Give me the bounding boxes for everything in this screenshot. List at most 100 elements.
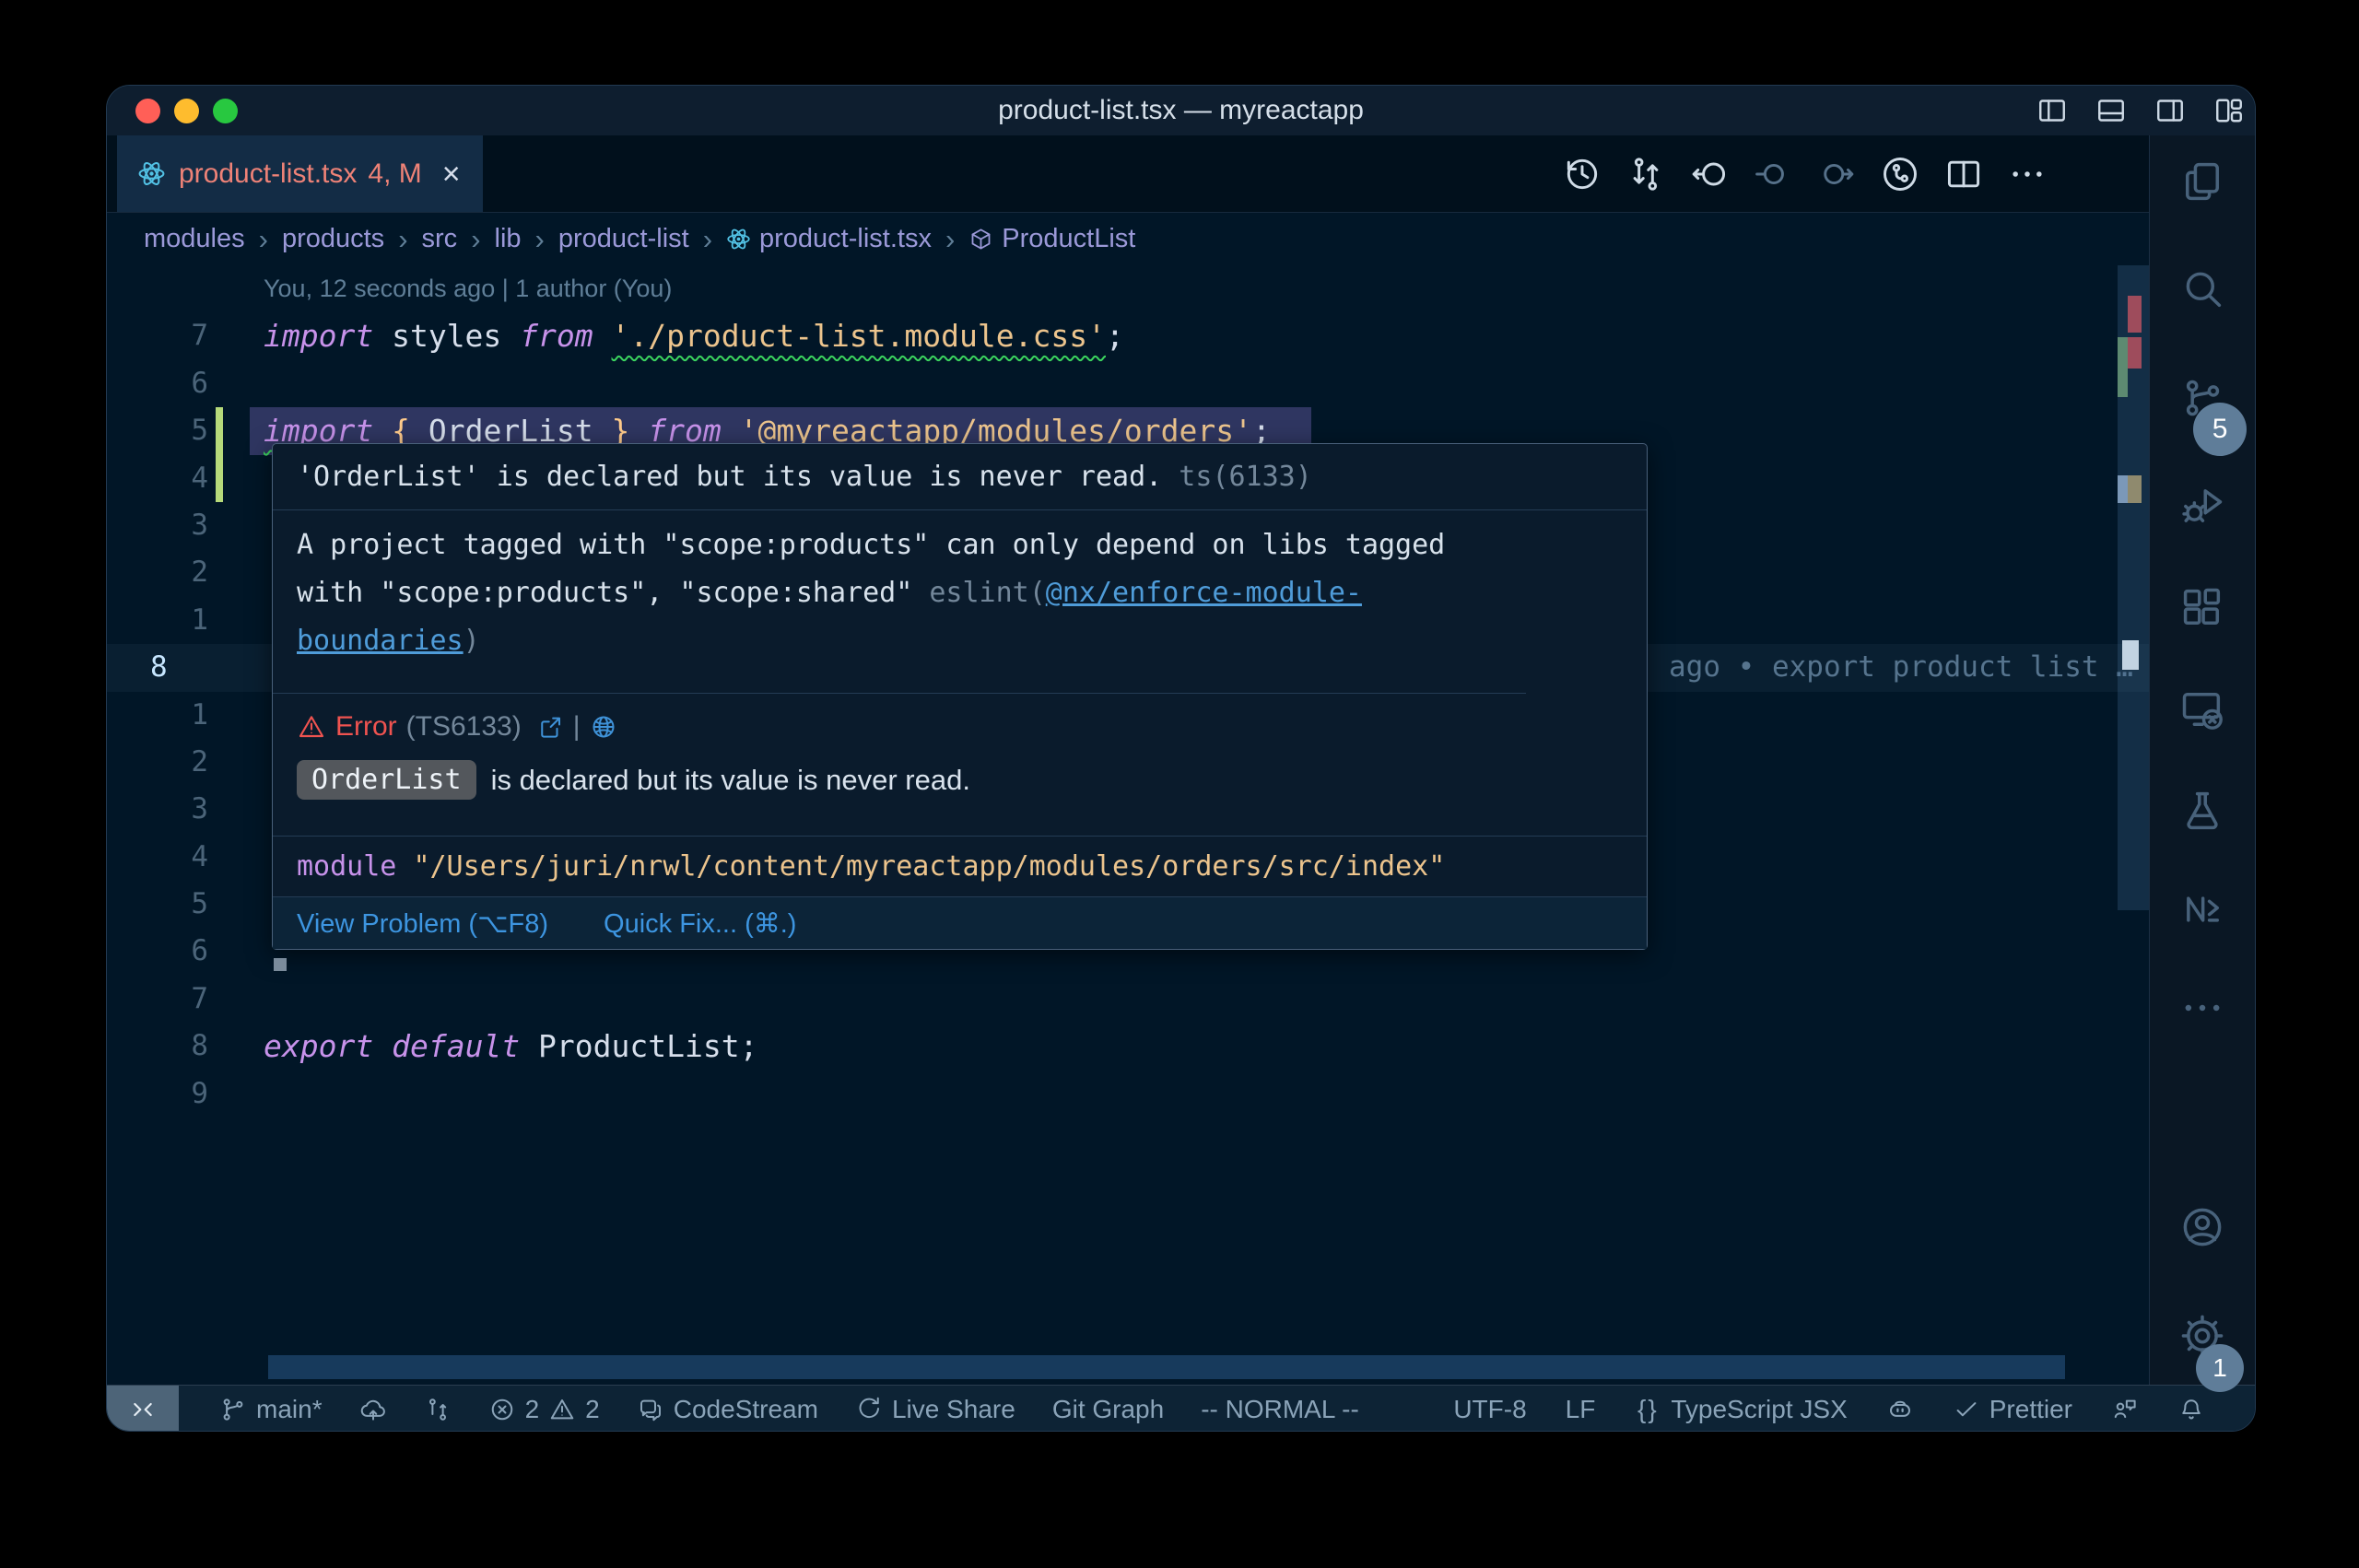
close-window-button[interactable] xyxy=(135,99,160,123)
badge-count: 1 xyxy=(2196,1344,2244,1392)
editor-toolbar xyxy=(1562,135,2149,212)
open-changes-button[interactable] xyxy=(1625,154,1666,194)
code-line[interactable]: 6 xyxy=(107,360,2149,407)
status-label: -- NORMAL -- xyxy=(1201,1395,1359,1424)
globe-icon[interactable] xyxy=(590,713,617,741)
chevron-right-icon: › xyxy=(398,223,407,256)
chevron-right-icon: › xyxy=(945,223,955,256)
symbol-chip: OrderList xyxy=(297,760,476,800)
git-branch-status[interactable]: main* xyxy=(219,1386,323,1432)
previous-change-button[interactable] xyxy=(1753,154,1793,194)
nx-console-icon[interactable] xyxy=(2178,885,2226,933)
code-line-content: export default ProductList; xyxy=(264,1023,757,1070)
code-line[interactable]: 7 import styles from './product-list.modu… xyxy=(107,312,2149,359)
breadcrumb-item-product-list.tsx[interactable]: product-list.tsx xyxy=(726,224,932,254)
chevron-right-icon: › xyxy=(259,223,268,256)
line-number: 7 xyxy=(107,312,208,359)
breadcrumb-item-src[interactable]: src xyxy=(422,224,458,254)
explorer-icon[interactable] xyxy=(2178,158,2226,205)
live-share-status[interactable]: Live Share xyxy=(855,1386,1015,1432)
zoom-window-button[interactable] xyxy=(213,99,238,123)
chevron-right-icon: › xyxy=(471,223,480,256)
extensions-icon[interactable] xyxy=(2178,584,2226,632)
error-hover-tooltip: 'OrderList' is declared but its value is… xyxy=(272,443,1648,950)
overview-ruler[interactable] xyxy=(2118,265,2149,1385)
go-back-button[interactable] xyxy=(1689,154,1730,194)
status-label: Prettier xyxy=(1989,1395,2072,1424)
line-number: 5 xyxy=(107,881,208,928)
toggle-secondary-sidebar-button[interactable] xyxy=(2154,94,2187,127)
codelens-row[interactable]: You, 12 seconds ago | 1 author (You) xyxy=(107,265,2149,312)
breadcrumb-label: lib xyxy=(495,224,522,254)
status-count: 2 xyxy=(585,1395,600,1424)
account-icon[interactable] xyxy=(2178,1203,2226,1251)
remote-indicator[interactable] xyxy=(107,1386,179,1432)
more-views-icon[interactable] xyxy=(2178,984,2226,1032)
eol-status[interactable]: LF xyxy=(1566,1386,1596,1432)
encoding-status[interactable]: UTF-8 xyxy=(1453,1386,1526,1432)
line-number: 3 xyxy=(107,502,208,549)
tooltip-resize-handle[interactable] xyxy=(274,958,287,971)
toggle-primary-sidebar-button[interactable] xyxy=(2036,94,2069,127)
live-share-icon xyxy=(855,1396,883,1423)
tab-product-list[interactable]: product-list.tsx 4, M × xyxy=(117,135,483,212)
git-graph-status[interactable]: Git Graph xyxy=(1052,1386,1164,1432)
breadcrumb-item-modules[interactable]: modules xyxy=(144,224,245,254)
chevron-right-icon: › xyxy=(703,223,712,256)
breadcrumb-item-products[interactable]: products xyxy=(282,224,384,254)
chevron-right-icon: › xyxy=(535,223,545,256)
branch-icon xyxy=(219,1396,247,1423)
split-editor-button[interactable] xyxy=(1943,154,1984,194)
status-label: Live Share xyxy=(892,1395,1015,1424)
tab-modified-badge: 4, M xyxy=(368,158,421,190)
code-editor[interactable]: You, 12 seconds ago | 1 author (You) 7 imp… xyxy=(107,265,2149,1385)
codestream-status[interactable]: CodeStream xyxy=(637,1386,818,1432)
toggle-panel-button[interactable] xyxy=(2095,94,2128,127)
badge-count: 5 xyxy=(2193,403,2247,456)
breadcrumb-label: ProductList xyxy=(1002,224,1135,254)
notifications-bell[interactable] xyxy=(2177,1386,2205,1432)
quick-fix-button[interactable]: Quick Fix... (⌘.) xyxy=(604,907,796,940)
open-changes-with-button[interactable] xyxy=(1880,154,1920,194)
breadcrumb-item-lib[interactable]: lib xyxy=(495,224,522,254)
publish-changes-button[interactable] xyxy=(359,1386,387,1432)
testing-icon[interactable] xyxy=(2178,787,2226,835)
problems-status[interactable]: 22 xyxy=(488,1386,600,1432)
react-icon xyxy=(137,159,166,188)
copilot-status[interactable] xyxy=(1886,1386,1914,1432)
breadcrumb-label: modules xyxy=(144,224,245,254)
vscode-window: product-list.tsx — myreactapp product-li… xyxy=(106,85,2256,1432)
customize-layout-button[interactable] xyxy=(2212,94,2246,127)
run-debug-icon[interactable] xyxy=(2178,480,2226,528)
breadcrumb-item-product-list[interactable]: product-list xyxy=(558,224,689,254)
breadcrumb: modules › products › src › lib › product-list › pr… xyxy=(107,213,2149,265)
remote-explorer-icon[interactable] xyxy=(2178,685,2226,733)
external-link-icon[interactable] xyxy=(536,713,564,741)
timeline-history-button[interactable] xyxy=(1562,154,1602,194)
codestream-icon xyxy=(637,1396,664,1423)
remote-icon xyxy=(128,1395,158,1424)
view-problem-button[interactable]: View Problem (⌥F8) xyxy=(297,907,548,940)
code-line[interactable]: 9 xyxy=(107,1071,2149,1117)
more-actions-button[interactable] xyxy=(2007,154,2048,194)
language-mode-status[interactable]: {}TypeScript JSX xyxy=(1634,1386,1847,1432)
gutter-modified-indicator xyxy=(216,407,223,454)
breadcrumb-label: src xyxy=(422,224,458,254)
horizontal-scrollbar[interactable] xyxy=(268,1355,2065,1379)
git-compare-button[interactable] xyxy=(424,1386,452,1432)
prettier-status[interactable]: Prettier xyxy=(1953,1386,2072,1432)
minimize-window-button[interactable] xyxy=(174,99,199,123)
close-icon[interactable]: × xyxy=(442,158,461,190)
next-change-button[interactable] xyxy=(1816,154,1857,194)
feedback-status[interactable] xyxy=(2111,1386,2139,1432)
code-line[interactable]: 7 xyxy=(107,976,2149,1023)
breadcrumb-item-ProductList[interactable]: ProductList xyxy=(968,224,1135,254)
gitlens-codelens[interactable]: You, 12 seconds ago | 1 author (You) xyxy=(264,265,672,312)
check-icon xyxy=(1953,1396,1980,1423)
breadcrumb-label: product-list.tsx xyxy=(759,224,932,254)
code-line-content: import styles from './product-list.modul… xyxy=(264,312,1124,359)
vim-mode-status[interactable]: -- NORMAL -- xyxy=(1201,1386,1359,1432)
code-line[interactable]: 8export default ProductList; xyxy=(107,1023,2149,1070)
status-label: Git Graph xyxy=(1052,1395,1164,1424)
search-icon[interactable] xyxy=(2178,265,2226,313)
